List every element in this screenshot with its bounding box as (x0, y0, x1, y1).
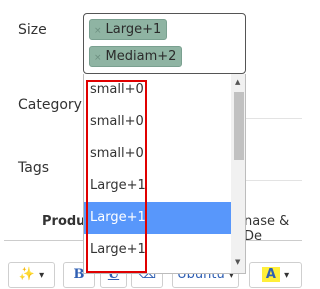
tags-field-line (246, 180, 302, 181)
category-field-line (246, 118, 302, 119)
scroll-up-arrow-icon[interactable]: ▲ (235, 78, 240, 86)
annotation-outline (86, 80, 147, 273)
size-multiselect[interactable]: × Large+1 × Mediam+2 (83, 13, 246, 74)
scroll-down-arrow-icon[interactable]: ▼ (235, 258, 240, 266)
size-tag-mediam[interactable]: × Mediam+2 (89, 46, 183, 67)
category-label: Category (18, 97, 82, 113)
tag-label: Mediam+2 (105, 49, 177, 64)
chevron-down-icon: ▾ (39, 270, 45, 281)
tag-label: Large+1 (105, 22, 162, 37)
tags-label: Tags (18, 160, 49, 176)
magic-style-button[interactable]: ✨ ▾ (8, 262, 55, 288)
remove-tag-icon[interactable]: × (94, 26, 102, 36)
chevron-down-icon: ▾ (284, 270, 290, 281)
dropdown-scrollbar[interactable]: ▲ ▼ (231, 74, 245, 273)
text-color-icon: A (261, 267, 280, 282)
remove-tag-icon[interactable]: × (94, 53, 102, 63)
size-tag-large[interactable]: × Large+1 (89, 19, 168, 40)
text-color-button[interactable]: A ▾ (249, 262, 302, 288)
size-label: Size (18, 22, 47, 38)
scrollbar-thumb[interactable] (234, 92, 244, 160)
magic-wand-icon: ✨ (18, 267, 35, 282)
